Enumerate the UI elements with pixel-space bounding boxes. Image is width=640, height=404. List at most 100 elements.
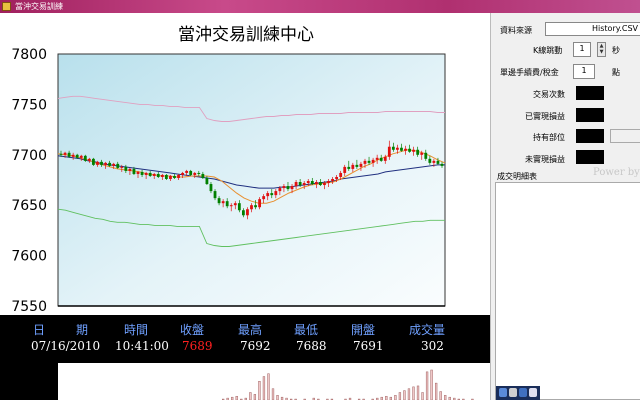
kbar-label: K線跳動 — [533, 46, 563, 55]
candle-body — [383, 156, 387, 161]
header-volume: 成交量 — [409, 323, 446, 337]
volume-bar — [249, 392, 252, 401]
header-high: 最高 — [238, 323, 263, 337]
tray-help-icon[interactable] — [529, 388, 537, 397]
candle-body — [298, 182, 302, 186]
candle-body — [209, 184, 213, 192]
position-value — [576, 129, 604, 143]
candle-body — [323, 183, 326, 186]
candle-body — [347, 166, 351, 169]
candle-body — [169, 175, 172, 179]
candle-body — [92, 158, 95, 165]
candle-body — [391, 146, 395, 150]
candle-body — [201, 173, 205, 178]
title-bar[interactable]: 當沖交易訓練 — [0, 0, 640, 13]
y-tick-label: 7550 — [11, 299, 47, 315]
candle-body — [246, 209, 249, 216]
candle-body — [181, 172, 184, 175]
candle-body — [290, 186, 294, 190]
volume-bar — [430, 369, 433, 401]
candle-body — [177, 174, 180, 178]
header-low: 最低 — [294, 323, 319, 337]
candle-body — [375, 157, 379, 160]
candle-body — [205, 177, 209, 185]
candle-body — [100, 161, 103, 165]
fee-field[interactable]: 1 — [573, 64, 595, 79]
candle-body — [274, 191, 278, 196]
plot-area — [57, 53, 446, 307]
volume-panel — [0, 363, 490, 401]
candle-body — [420, 152, 424, 155]
candle-body — [241, 210, 245, 216]
candle-body — [83, 155, 87, 161]
time-value: 10:41:00 — [115, 339, 169, 353]
tray-network-icon[interactable] — [519, 388, 527, 397]
realized-label: 已實現損益 — [525, 112, 565, 121]
candle-body — [359, 163, 363, 167]
spinner-down-icon[interactable]: ▼ — [598, 49, 605, 55]
unrealized-label: 未實現損益 — [525, 155, 565, 164]
candle-body — [144, 172, 148, 175]
fee-unit: 點 — [612, 68, 620, 77]
candle-body — [225, 201, 229, 207]
candle-body — [343, 166, 347, 173]
trade-detail-label: 成交明細表 — [497, 172, 537, 181]
control-panel: 資料來源 History.CSV K線跳動 1 ▲ ▼ 秒 單邊手續費/稅金 1… — [490, 13, 640, 400]
source-field[interactable]: History.CSV — [545, 22, 640, 36]
date-value: 07/16/2010 — [31, 339, 101, 353]
candle-body — [294, 182, 298, 187]
volume-bar — [421, 392, 424, 401]
candle-body — [310, 181, 314, 185]
candle-body — [286, 186, 290, 190]
volume-bar — [258, 381, 261, 401]
candle-body — [351, 164, 355, 169]
candle-body — [116, 163, 120, 168]
candle-body — [335, 176, 339, 179]
candle-body — [367, 160, 371, 163]
candle-body — [408, 148, 411, 152]
candle-body — [128, 168, 132, 171]
candle-body — [67, 152, 71, 157]
candle-body — [302, 183, 306, 186]
candle-body — [396, 147, 399, 150]
tray-app-icon[interactable] — [499, 388, 507, 397]
candle-body — [404, 148, 407, 151]
header-date-2: 期 — [76, 323, 89, 337]
candle-body — [173, 175, 176, 178]
candle-body — [185, 170, 189, 173]
candle-body — [436, 160, 440, 164]
candle-body — [440, 163, 444, 166]
candle-body — [164, 174, 168, 179]
volume-bar — [267, 373, 270, 401]
candle-body — [266, 193, 270, 197]
candle-body — [314, 182, 318, 185]
candle-body — [254, 205, 257, 208]
kbar-field[interactable]: 1 — [573, 42, 591, 57]
quote-info-bar: 日 期 時間 收盤 最高 最低 開盤 成交量 07/16/2010 10:41:… — [0, 315, 490, 363]
candle-body — [319, 182, 322, 186]
trade-detail-list[interactable] — [495, 182, 640, 400]
y-tick-label: 7800 — [11, 47, 47, 63]
candle-body — [79, 155, 83, 158]
volume-bar — [235, 396, 238, 401]
candle-body — [124, 166, 128, 171]
candle-body — [379, 157, 383, 161]
candle-body — [371, 159, 375, 163]
window-title: 當沖交易訓練 — [15, 2, 63, 11]
y-tick-label: 7700 — [11, 148, 47, 164]
candle-body — [331, 178, 334, 182]
candle-body — [355, 164, 359, 167]
position-side-field[interactable] — [610, 129, 640, 143]
kbar-spinner[interactable]: ▲ ▼ — [597, 42, 606, 57]
volume-plot-area — [58, 363, 490, 401]
volume-value: 302 — [421, 339, 444, 353]
candle-body — [282, 186, 286, 189]
close-value: 7689 — [182, 339, 213, 353]
tray-settings-icon[interactable] — [509, 388, 517, 397]
header-open: 開盤 — [351, 323, 376, 337]
y-tick-label: 7600 — [11, 249, 47, 265]
volume-bar — [385, 396, 388, 401]
candle-body — [233, 203, 237, 206]
candle-body — [132, 168, 136, 174]
candle-body — [104, 162, 107, 165]
